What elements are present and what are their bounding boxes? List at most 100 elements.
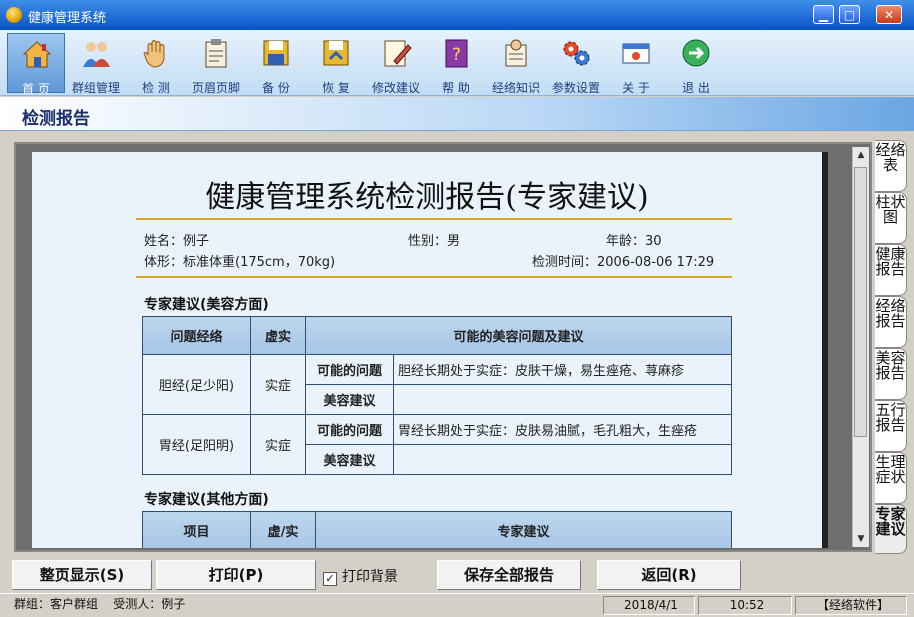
tab-health-report[interactable]: 健康报告 xyxy=(875,244,907,296)
vertical-scrollbar[interactable]: ▲ ▼ xyxy=(852,147,869,547)
toolbar-help-button[interactable]: ? 帮 助 xyxy=(427,33,485,95)
toolbar-knowledge-button[interactable]: 经络知识 xyxy=(487,33,545,95)
table-header-cell: 可能的美容问题及建议 xyxy=(305,316,732,355)
action-bar: 整页显示(S) 打印(P) ✓ 打印背景 保存全部报告 返回(R) xyxy=(0,557,914,593)
section-header: 检测报告 xyxy=(0,97,914,131)
full-page-button[interactable]: 整页显示(S) xyxy=(12,560,152,590)
toolbar-restore-label: 恢 复 xyxy=(322,81,350,95)
advice-label-cell: 美容建议 xyxy=(305,384,394,415)
table-header-row: 项目 虚/实 专家建议 xyxy=(142,511,732,548)
close-button[interactable]: ✕ xyxy=(876,5,902,24)
exit-icon xyxy=(682,39,710,67)
report-title: 健康管理系统检测报告(专家建议) xyxy=(205,180,649,215)
toolbar-exit-label: 退 出 xyxy=(682,81,710,95)
title-bar: 健康管理系统 ▁ □ ✕ xyxy=(0,0,914,30)
tab-expert-advice[interactable]: 专家建议 xyxy=(875,504,907,554)
table-header-row: 问题经络 虚实 可能的美容问题及建议 xyxy=(142,316,732,355)
other-advice-heading: 专家建议(其他方面) xyxy=(144,492,269,508)
patient-age: 年龄：30 xyxy=(606,234,662,249)
table-header-cell: 问题经络 xyxy=(142,316,251,355)
tab-five-elements-report[interactable]: 五行报告 xyxy=(875,400,907,452)
knowledge-icon xyxy=(505,39,527,67)
back-button[interactable]: 返回(R) xyxy=(597,560,741,590)
toolbar-header-footer-button[interactable]: 页眉页脚 xyxy=(187,33,245,95)
report-viewer[interactable]: 健康管理系统检测报告(专家建议) 姓名：例子 性别：男 年龄：30 体形：标准体… xyxy=(14,142,872,552)
toolbar-help-label: 帮 助 xyxy=(442,81,470,95)
toolbar-about-label: 关 于 xyxy=(622,81,650,95)
app-logo-icon xyxy=(6,7,22,23)
tab-bar-chart[interactable]: 柱状图 xyxy=(875,192,907,244)
advice-label-cell: 美容建议 xyxy=(305,444,394,475)
info-divider xyxy=(136,276,732,278)
tab-meridian-report[interactable]: 经络报告 xyxy=(875,296,907,348)
beauty-advice-table: 问题经络 虚实 可能的美容问题及建议 胆经(足少阳) 实症 可能的问题 胆经长期… xyxy=(142,316,732,475)
other-advice-table: 项目 虚/实 专家建议 xyxy=(142,511,732,548)
scroll-up-icon[interactable]: ▲ xyxy=(853,147,869,163)
toolbar-edit-advice-button[interactable]: 修改建议 xyxy=(367,33,425,95)
report-page: 健康管理系统检测报告(专家建议) 姓名：例子 性别：男 年龄：30 体形：标准体… xyxy=(32,152,828,548)
clipboard-icon xyxy=(205,39,227,68)
problem-label-cell: 可能的问题 xyxy=(305,414,394,445)
toolbar-group-label: 群组管理 xyxy=(71,81,120,95)
toolbar-edit-advice-label: 修改建议 xyxy=(371,81,420,95)
window-title: 健康管理系统 xyxy=(28,11,107,26)
table-header-cell: 项目 xyxy=(142,511,251,548)
toolbar-group-button[interactable]: 群组管理 xyxy=(67,33,125,95)
status-group-user: 群组：客户群组 受测人：例子 xyxy=(10,596,600,615)
status-time: 10:52 xyxy=(698,596,792,615)
toolbar-knowledge-label: 经络知识 xyxy=(491,81,540,95)
status-bar: 群组：客户群组 受测人：例子 2018/4/1 10:52 【经络软件】 xyxy=(0,593,914,617)
toolbar-detect-label: 检 测 xyxy=(142,81,170,95)
toolbar-settings-label: 参数设置 xyxy=(551,81,600,95)
checkbox-check-icon[interactable]: ✓ xyxy=(323,572,337,586)
advice-cell xyxy=(393,444,732,475)
report-side-tabs: 经络表 柱状图 健康报告 经络报告 美容报告 五行报告 生理症状 专家建议 xyxy=(873,140,911,555)
toolbar-settings-button[interactable]: 参数设置 xyxy=(547,33,605,95)
section-title: 检测报告 xyxy=(22,109,90,129)
toolbar-restore-button[interactable]: 恢 复 xyxy=(307,33,365,95)
group-icon xyxy=(83,42,110,67)
print-background-checkbox[interactable]: ✓ 打印背景 xyxy=(323,566,398,586)
main-toolbar: 首 页 群组管理 检 测 页眉页脚 备 份 恢 复 修改建议 ? 帮 助 经络知… xyxy=(0,30,914,96)
state-cell: 实症 xyxy=(250,354,306,415)
print-background-label: 打印背景 xyxy=(342,569,398,585)
toolbar-detect-button[interactable]: 检 测 xyxy=(127,33,185,95)
status-date: 2018/4/1 xyxy=(603,596,695,615)
restore-icon xyxy=(323,40,349,66)
toolbar-exit-button[interactable]: 退 出 xyxy=(667,33,725,95)
meridian-cell: 胆经(足少阳) xyxy=(142,354,251,415)
beauty-advice-heading: 专家建议(美容方面) xyxy=(144,297,269,313)
problem-label-cell: 可能的问题 xyxy=(305,354,394,385)
status-person: 受测人：例子 xyxy=(113,597,186,611)
scroll-down-icon[interactable]: ▼ xyxy=(853,531,869,547)
tab-physiological-symptoms[interactable]: 生理症状 xyxy=(875,452,907,504)
scroll-thumb[interactable] xyxy=(854,167,867,437)
hand-icon xyxy=(143,40,165,68)
patient-body: 体形：标准体重(175cm，70kg) xyxy=(144,255,336,270)
status-group: 群组：客户群组 xyxy=(14,597,99,611)
table-header-cell: 虚实 xyxy=(250,316,306,355)
toolbar-backup-label: 备 份 xyxy=(262,81,290,95)
table-header-cell: 虚/实 xyxy=(250,511,316,548)
tab-beauty-report[interactable]: 美容报告 xyxy=(875,348,907,400)
print-button[interactable]: 打印(P) xyxy=(156,560,316,590)
test-time: 检测时间：2006-08-06 17:29 xyxy=(532,255,715,270)
backup-icon xyxy=(263,40,289,66)
minimize-button[interactable]: ▁ xyxy=(813,5,834,24)
gears-icon xyxy=(563,41,590,66)
toolbar-about-button[interactable]: 关 于 xyxy=(607,33,665,95)
table-row: 胃经(足阳明) 实症 可能的问题 胃经长期处于实症：皮肤易油腻，毛孔粗大，生痤疮 xyxy=(142,414,732,475)
toolbar-backup-button[interactable]: 备 份 xyxy=(247,33,305,95)
title-divider xyxy=(136,218,732,220)
home-icon xyxy=(22,41,52,68)
status-brand: 【经络软件】 xyxy=(795,596,907,615)
state-cell: 实症 xyxy=(250,414,306,475)
help-book-icon: ? xyxy=(445,39,468,68)
tab-meridian-table[interactable]: 经络表 xyxy=(875,140,907,192)
meridian-cell: 胃经(足阳明) xyxy=(142,414,251,475)
toolbar-home-button[interactable]: 首 页 xyxy=(7,33,65,96)
maximize-button[interactable]: □ xyxy=(839,5,860,24)
problem-cell: 胆经长期处于实症：皮肤干燥，易生痤疮、荨麻疹 xyxy=(393,354,732,385)
save-all-reports-button[interactable]: 保存全部报告 xyxy=(437,560,581,590)
table-row: 胆经(足少阳) 实症 可能的问题 胆经长期处于实症：皮肤干燥，易生痤疮、荨麻疹 xyxy=(142,354,732,415)
